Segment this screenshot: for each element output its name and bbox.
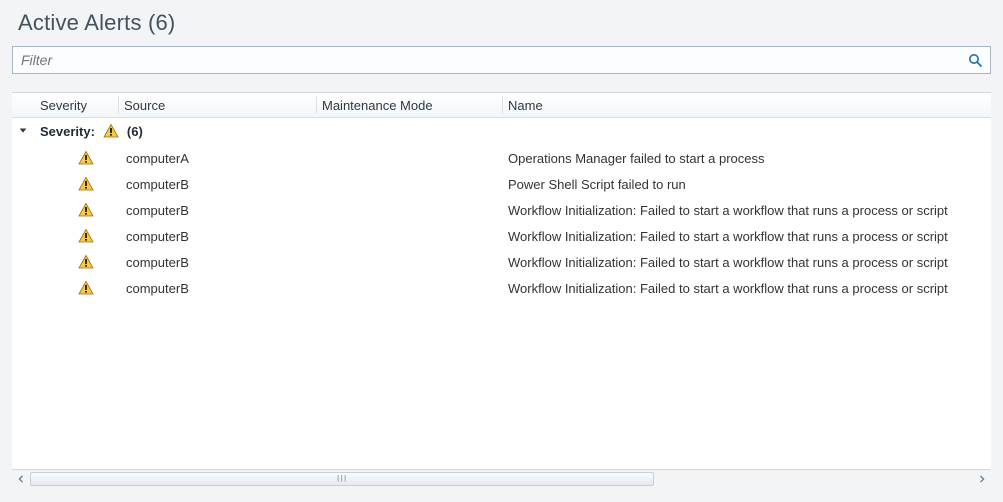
cell-maintenance-mode — [316, 145, 514, 171]
cell-name: Operations Manager failed to start a pro… — [502, 145, 991, 171]
filter-bar — [12, 46, 991, 74]
cell-source: computerB — [118, 171, 330, 197]
warning-icon — [78, 176, 94, 192]
scroll-left-arrow-icon[interactable] — [12, 470, 30, 488]
warning-icon — [103, 123, 119, 139]
cell-severity — [34, 275, 118, 301]
cell-severity — [34, 171, 118, 197]
table-row[interactable]: computerB Workflow Initialization: Faile… — [12, 197, 991, 223]
warning-icon — [78, 280, 94, 296]
horizontal-scrollbar[interactable]: III — [12, 469, 991, 488]
table-row[interactable]: computerB Power Shell Script failed to r… — [12, 171, 991, 197]
warning-icon — [78, 228, 94, 244]
grid-header: Severity Source Maintenance Mode Name — [12, 93, 991, 118]
cell-name: Workflow Initialization: Failed to start… — [502, 223, 991, 249]
group-label: Severity: — [40, 124, 95, 139]
cell-severity — [34, 197, 118, 223]
table-row[interactable]: computerB Workflow Initialization: Faile… — [12, 223, 991, 249]
cell-name: Workflow Initialization: Failed to start… — [502, 197, 991, 223]
cell-name: Power Shell Script failed to run — [502, 171, 991, 197]
cell-source: computerB — [118, 223, 330, 249]
title-text: Active Alerts — [18, 10, 142, 35]
scroll-track[interactable]: III — [30, 470, 973, 488]
col-name[interactable]: Name — [502, 93, 991, 117]
group-row-severity[interactable]: Severity: (6) — [12, 117, 991, 145]
cell-severity — [34, 249, 118, 275]
col-source[interactable]: Source — [118, 93, 328, 117]
cell-maintenance-mode — [316, 197, 514, 223]
cell-maintenance-mode — [316, 223, 514, 249]
group-count: (6) — [127, 124, 143, 139]
cell-name: Workflow Initialization: Failed to start… — [502, 275, 991, 301]
search-icon[interactable] — [967, 52, 983, 68]
title-count: (6) — [148, 10, 176, 35]
col-divider — [118, 96, 119, 114]
table-row[interactable]: computerA Operations Manager failed to s… — [12, 145, 991, 171]
col-divider — [316, 96, 317, 114]
warning-icon — [78, 150, 94, 166]
col-source-label: Source — [124, 98, 165, 113]
scroll-grip-icon: III — [337, 475, 348, 484]
cell-source: computerA — [118, 145, 330, 171]
cell-source: computerB — [118, 275, 330, 301]
chevron-down-icon — [18, 126, 28, 136]
col-severity-label: Severity — [40, 98, 87, 113]
cell-severity — [34, 145, 118, 171]
warning-icon — [78, 202, 94, 218]
cell-maintenance-mode — [316, 171, 514, 197]
cell-name: Workflow Initialization: Failed to start… — [502, 249, 991, 275]
cell-maintenance-mode — [316, 249, 514, 275]
alerts-grid: Severity Source Maintenance Mode Name — [12, 92, 991, 488]
cell-severity — [34, 223, 118, 249]
table-row[interactable]: computerB Workflow Initialization: Faile… — [12, 275, 991, 301]
cell-maintenance-mode — [316, 275, 514, 301]
col-name-label: Name — [508, 98, 543, 113]
col-mm-label: Maintenance Mode — [322, 98, 433, 113]
table-row[interactable]: computerB Workflow Initialization: Faile… — [12, 249, 991, 275]
filter-input[interactable] — [12, 46, 991, 74]
col-severity[interactable]: Severity — [34, 93, 130, 117]
cell-source: computerB — [118, 197, 330, 223]
scroll-thumb[interactable]: III — [30, 472, 654, 486]
scroll-right-arrow-icon[interactable] — [973, 470, 991, 488]
col-maintenance-mode[interactable]: Maintenance Mode — [316, 93, 514, 117]
cell-source: computerB — [118, 249, 330, 275]
page-title: Active Alerts (6) — [0, 0, 1003, 42]
warning-icon — [78, 254, 94, 270]
col-divider — [502, 96, 503, 114]
